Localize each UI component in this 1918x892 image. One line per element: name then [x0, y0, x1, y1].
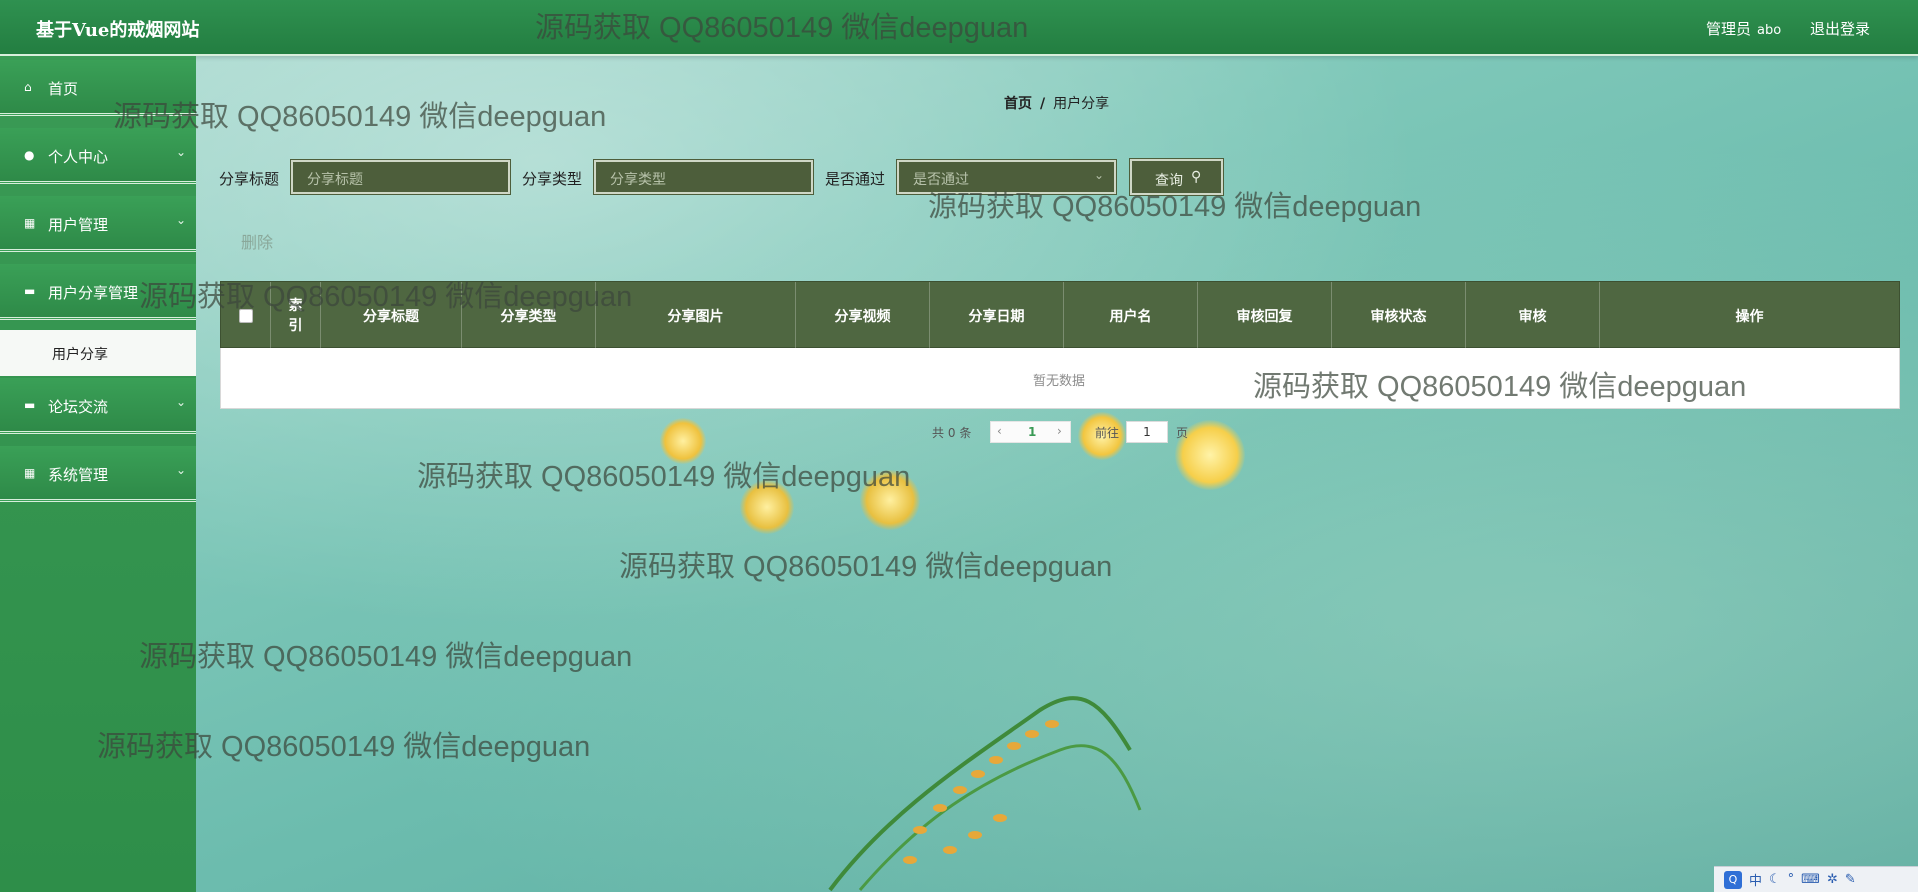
query-button[interactable]: 查询 ⚲	[1130, 159, 1223, 195]
next-page-icon[interactable]: ›	[1057, 424, 1062, 438]
decorative-flower	[740, 480, 794, 534]
sidebar-item-label: 个人中心	[48, 148, 109, 166]
sidebar-item-label: 用户管理	[48, 216, 109, 234]
watermark: 源码获取 QQ86050149 微信deepguan	[417, 461, 911, 493]
sidebar-item-profile[interactable]: ● 个人中心 ⌄	[0, 128, 196, 184]
pagination-pager: ‹ 1 ›	[990, 421, 1071, 443]
laptop-icon: ▬	[24, 398, 36, 412]
app-title: 基于Vue的戒烟网站	[36, 20, 200, 41]
column-header-review-status: 审核状态	[1332, 282, 1466, 349]
column-header-title: 分享标题	[321, 282, 462, 349]
decorative-rice-plant	[828, 696, 1142, 892]
column-header-index: 索引	[271, 282, 321, 349]
submenu-item-label: 用户分享	[52, 347, 108, 363]
column-header-review-reply: 审核回复	[1198, 282, 1332, 349]
ime-indicator[interactable]: 中	[1749, 870, 1762, 889]
approved-select[interactable]: 是否通过 ⌄	[897, 160, 1116, 194]
punctuation-icon[interactable]: °	[1788, 872, 1795, 887]
keyboard-icon[interactable]: ⌨	[1801, 872, 1820, 887]
column-header-username: 用户名	[1064, 282, 1198, 349]
current-user: 管理员 abo	[1706, 18, 1781, 39]
user-role: 管理员	[1706, 20, 1752, 38]
chevron-down-icon: ⌄	[176, 145, 187, 159]
decorative-flower	[860, 470, 920, 530]
total-prefix: 共	[932, 426, 945, 440]
column-header-date: 分享日期	[930, 282, 1064, 349]
current-page[interactable]: 1	[1028, 425, 1036, 439]
grid-icon: ▦	[24, 216, 36, 230]
laptop-icon: ▬	[24, 284, 36, 298]
column-header-video: 分享视频	[796, 282, 930, 349]
watermark: 源码获取 QQ86050149 微信deepguan	[139, 641, 633, 673]
search-icon: ⚲	[1191, 169, 1202, 185]
prev-page-icon[interactable]: ‹	[997, 424, 1002, 438]
wrench-icon[interactable]: ✎	[1845, 872, 1856, 887]
user-icon: ●	[24, 148, 35, 162]
chevron-down-icon: ⌄	[176, 463, 187, 477]
goto-suffix: 页	[1176, 426, 1189, 440]
watermark: 源码获取 QQ86050149 微信deepguan	[619, 551, 1113, 583]
sidebar-item-label: 首页	[48, 80, 79, 98]
column-header-actions: 操作	[1735, 308, 1764, 325]
delete-button[interactable]: 删除	[241, 229, 273, 253]
select-all-checkbox[interactable]	[238, 308, 253, 323]
sidebar-item-forum[interactable]: ▬ 论坛交流 ⌄	[0, 378, 196, 434]
approved-select-value: 是否通过	[913, 172, 969, 188]
column-header-image: 分享图片	[596, 282, 796, 349]
breadcrumb: 首页 / 用户分享	[1004, 93, 1109, 113]
pagination-total: 共 0 条	[932, 424, 971, 442]
grid-icon: ▦	[24, 466, 36, 480]
sidebar-item-share-management[interactable]: ▬ 用户分享管理	[0, 264, 196, 320]
filter-title-label: 分享标题	[219, 170, 280, 188]
logout-link[interactable]: 退出登录	[1810, 18, 1870, 39]
moon-icon[interactable]: ☾	[1769, 872, 1781, 887]
username: abo	[1757, 23, 1782, 38]
sidebar-item-system[interactable]: ▦ 系统管理 ⌄	[0, 446, 196, 502]
empty-text: 暂无数据	[1033, 374, 1086, 389]
share-table: 索引 分享标题 分享类型 分享图片 分享视频 分享日期 用户名 审核回复 审核状…	[220, 281, 1900, 409]
home-icon: ⌂	[24, 80, 32, 94]
sidebar-item-label: 用户分享管理	[48, 284, 139, 302]
sidebar-item-label: 论坛交流	[48, 398, 109, 416]
total-suffix: 条	[959, 426, 972, 440]
system-tray: Q 中 ☾ ° ⌨ ✲ ✎	[1714, 866, 1918, 892]
share-title-input[interactable]: 分享标题	[291, 160, 510, 194]
filter-type-label: 分享类型	[522, 170, 583, 188]
breadcrumb-home[interactable]: 首页	[1004, 96, 1032, 112]
top-header: 基于Vue的戒烟网站 管理员 abo 退出登录	[0, 0, 1918, 56]
chevron-down-icon: ⌄	[176, 395, 187, 409]
table-header: 索引 分享标题 分享类型 分享图片 分享视频 分享日期 用户名 审核回复 审核状…	[220, 281, 1900, 349]
goto-prefix: 前往	[1095, 426, 1120, 440]
chevron-down-icon: ⌄	[1093, 168, 1104, 182]
table-body: 暂无数据	[220, 348, 1900, 409]
decorative-flower	[660, 418, 706, 464]
breadcrumb-separator: /	[1040, 96, 1046, 112]
header-select-all	[221, 282, 271, 349]
submenu-item-user-share[interactable]: 用户分享	[0, 330, 196, 376]
column-header-review: 审核	[1466, 282, 1600, 349]
share-type-input[interactable]: 分享类型	[594, 160, 813, 194]
column-header-type: 分享类型	[462, 282, 596, 349]
sidebar-item-home[interactable]: ⌂ 首页	[0, 60, 196, 116]
sidebar-item-user-management[interactable]: ▦ 用户管理 ⌄	[0, 196, 196, 252]
search-icon[interactable]: Q	[1724, 870, 1742, 889]
goto-page-input[interactable]: 1	[1126, 421, 1168, 443]
chevron-down-icon: ⌄	[176, 213, 187, 227]
total-count: 0	[947, 426, 956, 440]
filter-approved-label: 是否通过	[825, 170, 886, 188]
breadcrumb-current: 用户分享	[1053, 96, 1110, 112]
query-button-label: 查询	[1155, 173, 1183, 189]
sidebar-item-label: 系统管理	[48, 466, 109, 484]
settings-icon[interactable]: ✲	[1827, 872, 1838, 887]
sidebar: ⌂ 首页 ● 个人中心 ⌄ ▦ 用户管理 ⌄ ▬ 用户分享管理 用户分享 ▬ 论…	[0, 56, 196, 892]
